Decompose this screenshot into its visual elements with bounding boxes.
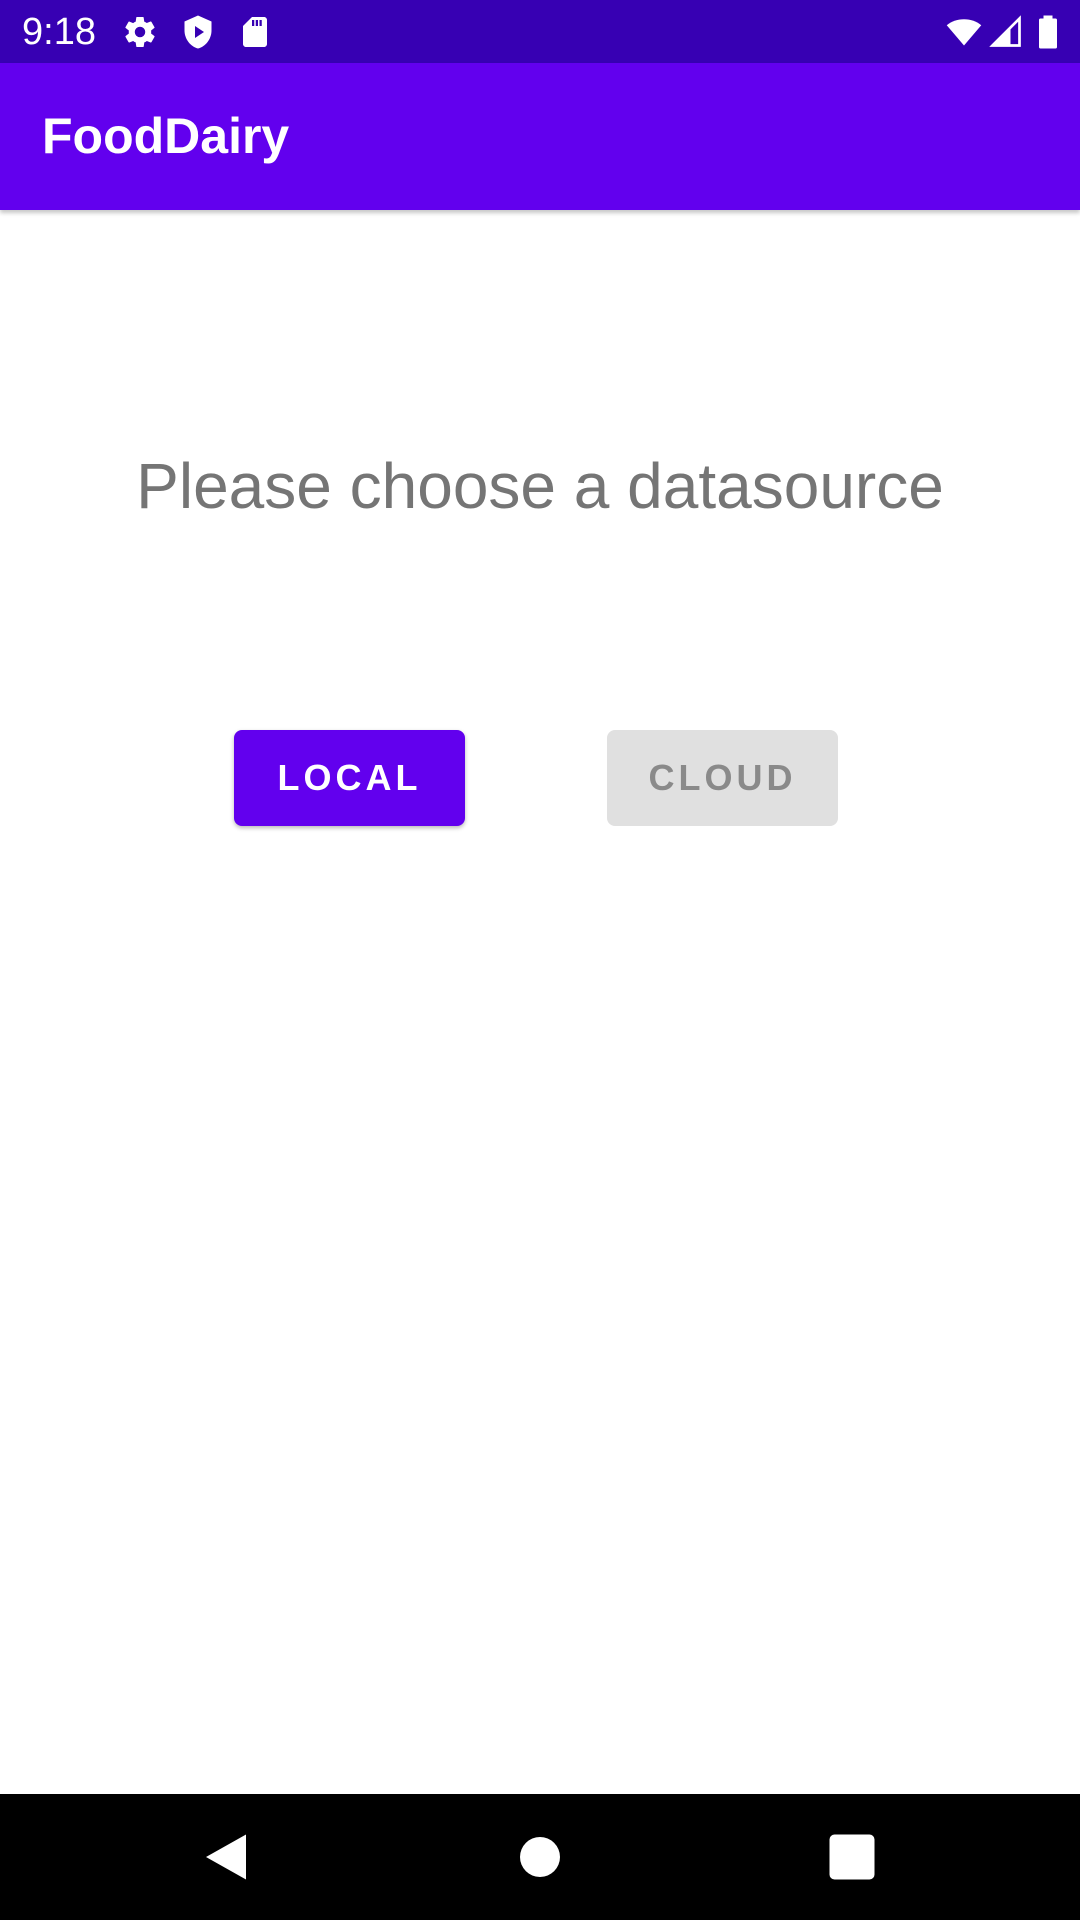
status-bar: 9:18 (0, 0, 1080, 63)
home-icon[interactable] (510, 1827, 570, 1887)
app-bar: FoodDairy (0, 63, 1080, 210)
settings-gear-icon (122, 14, 158, 50)
wifi-icon (944, 14, 984, 50)
datasource-prompt: Please choose a datasource (136, 450, 944, 522)
recents-icon[interactable] (822, 1827, 882, 1887)
sd-card-icon (237, 14, 273, 50)
navigation-bar (0, 1794, 1080, 1920)
app-title: FoodDairy (42, 108, 290, 164)
app-screen: 9:18 FoodDairy Please choose a datasourc… (0, 0, 1080, 1920)
battery-icon (1036, 14, 1060, 50)
shield-play-icon (180, 14, 216, 50)
status-time: 9:18 (22, 11, 96, 53)
local-button[interactable]: LOCAL (234, 730, 465, 826)
back-icon[interactable] (196, 1827, 256, 1887)
cloud-button[interactable]: CLOUD (607, 730, 838, 826)
cellular-signal-icon (988, 14, 1024, 50)
